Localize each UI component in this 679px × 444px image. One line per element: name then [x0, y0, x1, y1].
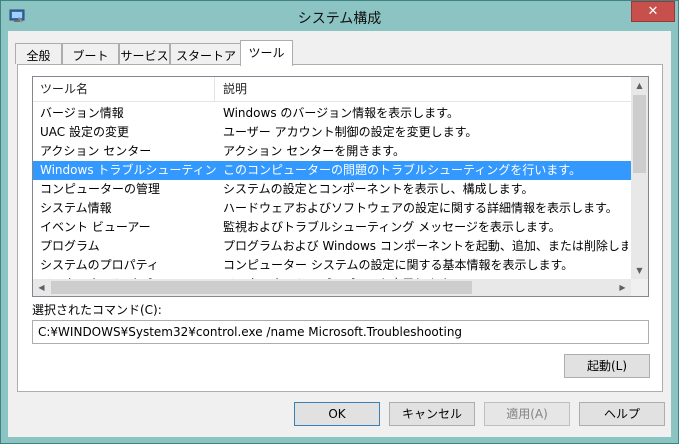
close-button[interactable]: ✕ — [631, 1, 675, 22]
cancel-button[interactable]: キャンセル — [389, 402, 475, 426]
tool-description: ユーザー アカウント制御の設定を変更します。 — [223, 125, 478, 139]
title-bar[interactable]: システム構成 ✕ — [1, 1, 678, 31]
column-header-tool-name[interactable]: ツール名 — [33, 77, 215, 102]
close-icon: ✕ — [647, 4, 659, 19]
tool-description: コンピューター システムの設定に関する基本情報を表示します。 — [223, 258, 574, 272]
tool-description: プログラムおよび Windows コンポーネントを起動、追加、または削除します。 — [223, 239, 628, 253]
ok-button[interactable]: OK — [294, 402, 380, 426]
tool-name: システム情報 — [40, 201, 112, 215]
scroll-right-icon[interactable]: ▶ — [614, 279, 631, 296]
list-header: ツール名 説明 — [33, 77, 631, 102]
scroll-left-icon[interactable]: ◀ — [33, 279, 50, 296]
list-item[interactable]: バージョン情報 Windows のバージョン情報を表示します。 — [33, 104, 631, 123]
selected-command-field[interactable]: C:¥WINDOWS¥System32¥control.exe /name Mi… — [32, 320, 649, 344]
list-item[interactable]: UAC 設定の変更 ユーザー アカウント制御の設定を変更します。 — [33, 123, 631, 142]
scroll-down-icon[interactable]: ▼ — [631, 262, 648, 279]
list-item[interactable]: イベント ビューアー 監視およびトラブルシューティング メッセージを表示します。 — [33, 218, 631, 237]
tool-name: イベント ビューアー — [40, 220, 151, 234]
tool-description: アクション センターを開きます。 — [223, 144, 406, 158]
tool-description: 監視およびトラブルシューティング メッセージを表示します。 — [223, 220, 561, 234]
tools-panel: ツール名 説明 バージョン情報 Windows のバージョン情報を表示します。 UA… — [17, 64, 663, 392]
tool-name: UAC 設定の変更 — [40, 125, 129, 139]
tools-rows: バージョン情報 Windows のバージョン情報を表示します。 UAC 設定の変更 ユ… — [33, 104, 631, 289]
scroll-up-icon[interactable]: ▲ — [631, 77, 648, 94]
list-item[interactable]: プログラム プログラムおよび Windows コンポーネントを起動、追加、または削… — [33, 237, 631, 256]
tool-name: コンピューターの管理 — [40, 182, 161, 196]
tab-tools[interactable]: ツール — [240, 40, 293, 66]
tool-description: ハードウェアおよびソフトウェアの設定に関する詳細情報を表示します。 — [223, 201, 618, 215]
horizontal-scrollbar[interactable]: ◀ ▶ — [33, 279, 631, 296]
scrollbar-corner — [631, 279, 648, 296]
dialog-client: 全般 ブート サービス スタートアップ ツール ツール名 説明 バージョン情報 W… — [8, 31, 671, 437]
horizontal-scroll-thumb[interactable] — [51, 281, 472, 294]
tool-name: システムのプロパティ — [40, 258, 159, 272]
tool-name: プログラム — [40, 239, 100, 253]
tool-name: アクション センター — [40, 144, 152, 158]
vertical-scroll-thumb[interactable] — [633, 95, 646, 173]
tool-name: バージョン情報 — [40, 106, 124, 120]
launch-button[interactable]: 起動(L) — [564, 354, 650, 378]
vertical-scrollbar[interactable]: ▲ ▼ — [631, 77, 648, 279]
list-item[interactable]: システム情報 ハードウェアおよびソフトウェアの設定に関する詳細情報を表示します。 — [33, 199, 631, 218]
tab-boot[interactable]: ブート — [62, 43, 119, 64]
tool-description: このコンピューターの問題のトラブルシューティングを行います。 — [223, 163, 582, 177]
tools-list[interactable]: ツール名 説明 バージョン情報 Windows のバージョン情報を表示します。 UA… — [32, 76, 649, 297]
tab-services[interactable]: サービス — [119, 43, 170, 64]
list-item[interactable]: システムのプロパティ コンピューター システムの設定に関する基本情報を表示します。 — [33, 256, 631, 275]
list-item[interactable]: コンピューターの管理 システムの設定とコンポーネントを表示し、構成します。 — [33, 180, 631, 199]
tab-startup[interactable]: スタートアップ — [170, 43, 242, 80]
window-title: システム構成 — [297, 11, 382, 27]
list-item[interactable]: Windows トラブルシューティング このコンピューターの問題のトラブルシューテ… — [33, 161, 631, 180]
tool-description: Windows のバージョン情報を表示します。 — [223, 106, 459, 120]
tool-description: システムの設定とコンポーネントを表示し、構成します。 — [223, 182, 534, 196]
help-button[interactable]: ヘルプ — [579, 402, 665, 426]
selected-command-label: 選択されたコマンド(C): — [32, 303, 162, 317]
tab-general[interactable]: 全般 — [15, 43, 62, 64]
tool-name: Windows トラブルシューティング — [40, 163, 216, 177]
column-header-description[interactable]: 説明 — [216, 77, 631, 102]
list-item[interactable]: アクション センター アクション センターを開きます。 — [33, 142, 631, 161]
system-config-window: システム構成 ✕ 全般 ブート サービス スタートアップ ツール ツール名 説明… — [0, 0, 679, 444]
apply-button[interactable]: 適用(A) — [484, 402, 570, 426]
